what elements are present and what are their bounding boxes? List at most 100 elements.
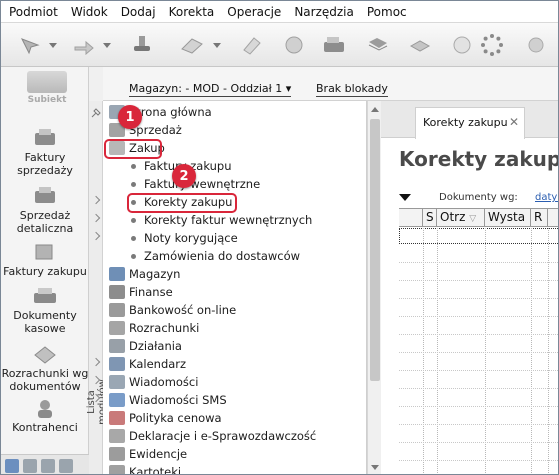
- tree-label: Rozrachunki: [129, 321, 200, 335]
- grid-col-wysta[interactable]: Wysta: [485, 209, 531, 227]
- menu-operacje[interactable]: Operacje: [227, 5, 281, 19]
- tree-label: Korekty faktur wewnętrznych: [144, 213, 313, 227]
- message-icon: [109, 375, 125, 389]
- tree-item-korekty-faktur-wewnetrznych[interactable]: Korekty faktur wewnętrznych: [131, 213, 312, 227]
- tree-item-kalendarz[interactable]: Kalendarz: [109, 357, 186, 371]
- tree-item-ewidencje[interactable]: Ewidencje: [109, 447, 187, 461]
- forward-button[interactable]: [69, 31, 99, 59]
- tool-button-12[interactable]: [521, 31, 551, 59]
- select-tool-button[interactable]: [15, 31, 45, 59]
- scroll-thumb[interactable]: [370, 119, 380, 381]
- menu-dodaj[interactable]: Dodaj: [121, 5, 156, 19]
- grid-row-line: [399, 406, 558, 407]
- calendar-icon: [109, 357, 125, 371]
- chevron-down-icon[interactable]: [103, 43, 111, 48]
- nav-faktury-sprzedazy[interactable]: Faktury sprzedaży: [1, 127, 89, 177]
- tool-button-5[interactable]: [237, 31, 267, 59]
- nav-faktury-zakupu[interactable]: Faktury zakupu: [1, 241, 89, 278]
- nav-sprzedaz-detaliczna[interactable]: Sprzedaż detaliczna: [1, 185, 89, 235]
- document-pen-icon: [243, 37, 261, 55]
- tree-item-dzialania[interactable]: Działania: [109, 339, 182, 353]
- tab-korekty-zakupu[interactable]: Korekty zakupu ✕: [415, 107, 525, 139]
- grid-col-s[interactable]: S: [423, 209, 437, 227]
- phone-icon: [453, 36, 471, 54]
- bullet-icon: [131, 235, 136, 241]
- tree-item-sprzedaz[interactable]: Sprzedaż: [109, 123, 182, 137]
- tree-item-bankowosc[interactable]: Bankowość on-line: [109, 303, 236, 317]
- documents-grid[interactable]: S Otrz ▽ Wysta R: [399, 208, 558, 474]
- cash-register-button[interactable]: [319, 31, 349, 59]
- grid-col-otrz[interactable]: Otrz ▽: [437, 209, 485, 227]
- nav-label: Faktury zakupu: [3, 265, 87, 278]
- nav-rozrachunki[interactable]: Rozrachunki wg dokumentów: [1, 343, 89, 393]
- stack-icon: [409, 40, 431, 52]
- tree-label: Bankowość on-line: [129, 303, 237, 317]
- module-list-tab[interactable]: Lista modułów: [86, 101, 108, 474]
- step-badge-2: 2: [172, 164, 196, 188]
- menu-pomoc[interactable]: Pomoc: [367, 5, 407, 19]
- tool-button-10[interactable]: [447, 31, 477, 59]
- highlight-zakup: [104, 139, 162, 159]
- tree-scrollbar[interactable]: [367, 101, 381, 474]
- close-icon[interactable]: ✕: [509, 115, 519, 129]
- bank-icon: [109, 303, 125, 317]
- chevron-down-icon[interactable]: [49, 43, 57, 48]
- mini-nav-icon[interactable]: [5, 458, 19, 473]
- tree-label: Polityka cenowa: [129, 411, 222, 425]
- pin-icon[interactable]: [91, 108, 101, 118]
- loading-button[interactable]: [477, 31, 507, 59]
- tree-item-noty-korygujace[interactable]: Noty korygujące: [131, 231, 238, 245]
- grid-col-empty[interactable]: [399, 209, 423, 227]
- eraser-icon: [181, 38, 203, 54]
- nav-label: Dokumenty kasowe: [13, 309, 77, 335]
- stamp-button[interactable]: [127, 31, 157, 59]
- declaration-icon: [109, 429, 125, 443]
- mini-nav-icon[interactable]: [59, 458, 73, 473]
- eraser-button[interactable]: [177, 31, 207, 59]
- tree-label: Finanse: [129, 285, 173, 299]
- stamp-icon: [134, 36, 150, 51]
- settlements-icon: [34, 346, 56, 364]
- scroll-down-icon[interactable]: [371, 465, 379, 470]
- register-icon: [109, 447, 125, 461]
- menu-korekta[interactable]: Korekta: [169, 5, 215, 19]
- cursor-icon: [20, 38, 40, 55]
- mini-nav-icon[interactable]: [41, 458, 55, 473]
- tree-item-finanse[interactable]: Finanse: [109, 285, 173, 299]
- cash-documents-icon: [34, 288, 56, 303]
- tree-item-wiadomosci[interactable]: Wiadomości: [109, 375, 198, 389]
- col-label: Otrz: [440, 210, 466, 224]
- records-icon: [109, 465, 125, 474]
- warehouse-label: Magazyn: - MOD - Oddział 1: [129, 82, 283, 95]
- lock-status-link[interactable]: Brak blokady: [316, 82, 388, 97]
- menu-widok[interactable]: Widok: [71, 5, 108, 19]
- tab-strip: Korekty zakupu ✕: [381, 101, 558, 139]
- warehouse-selector[interactable]: Magazyn: - MOD - Oddział 1 ▾: [129, 82, 292, 97]
- menu-podmiot[interactable]: Podmiot: [9, 5, 58, 19]
- toolbar: [1, 23, 558, 67]
- price-tag-icon: [109, 411, 125, 425]
- tool-button-9[interactable]: [405, 31, 435, 59]
- documents-filter: Dokumenty wg: daty o: [399, 190, 558, 204]
- chevron-down-icon[interactable]: [213, 43, 221, 48]
- tool-button-8[interactable]: [363, 31, 393, 59]
- tree-item-rozrachunki[interactable]: Rozrachunki: [109, 321, 199, 335]
- mini-nav-icon[interactable]: [23, 458, 37, 473]
- step-badge-1: 1: [118, 105, 142, 129]
- tree-item-magazyn[interactable]: Magazyn: [109, 267, 180, 281]
- tool-button-6[interactable]: [279, 31, 309, 59]
- grid-col-r[interactable]: R: [531, 209, 548, 227]
- coins-icon: [285, 36, 303, 54]
- collapse-icon[interactable]: [399, 194, 411, 201]
- menu-narzedzia[interactable]: Narzędzia: [294, 5, 354, 19]
- nav-dokumenty-kasowe[interactable]: Dokumenty kasowe: [1, 285, 89, 335]
- grid-row-line: [399, 316, 558, 317]
- documents-sort-link[interactable]: daty o: [535, 192, 558, 203]
- tree-item-kartoteki[interactable]: Kartoteki: [109, 465, 181, 474]
- tree-item-wiadomosci-sms[interactable]: Wiadomości SMS: [109, 393, 227, 407]
- scroll-up-icon[interactable]: [371, 107, 379, 112]
- nav-kontrahenci[interactable]: Kontrahenci: [1, 397, 89, 434]
- tree-item-deklaracje[interactable]: Deklaracje i e-Sprawozdawczość: [109, 429, 316, 443]
- tree-item-polityka-cenowa[interactable]: Polityka cenowa: [109, 411, 222, 425]
- tree-item-zamowienia[interactable]: Zamówienia do dostawców: [131, 249, 300, 263]
